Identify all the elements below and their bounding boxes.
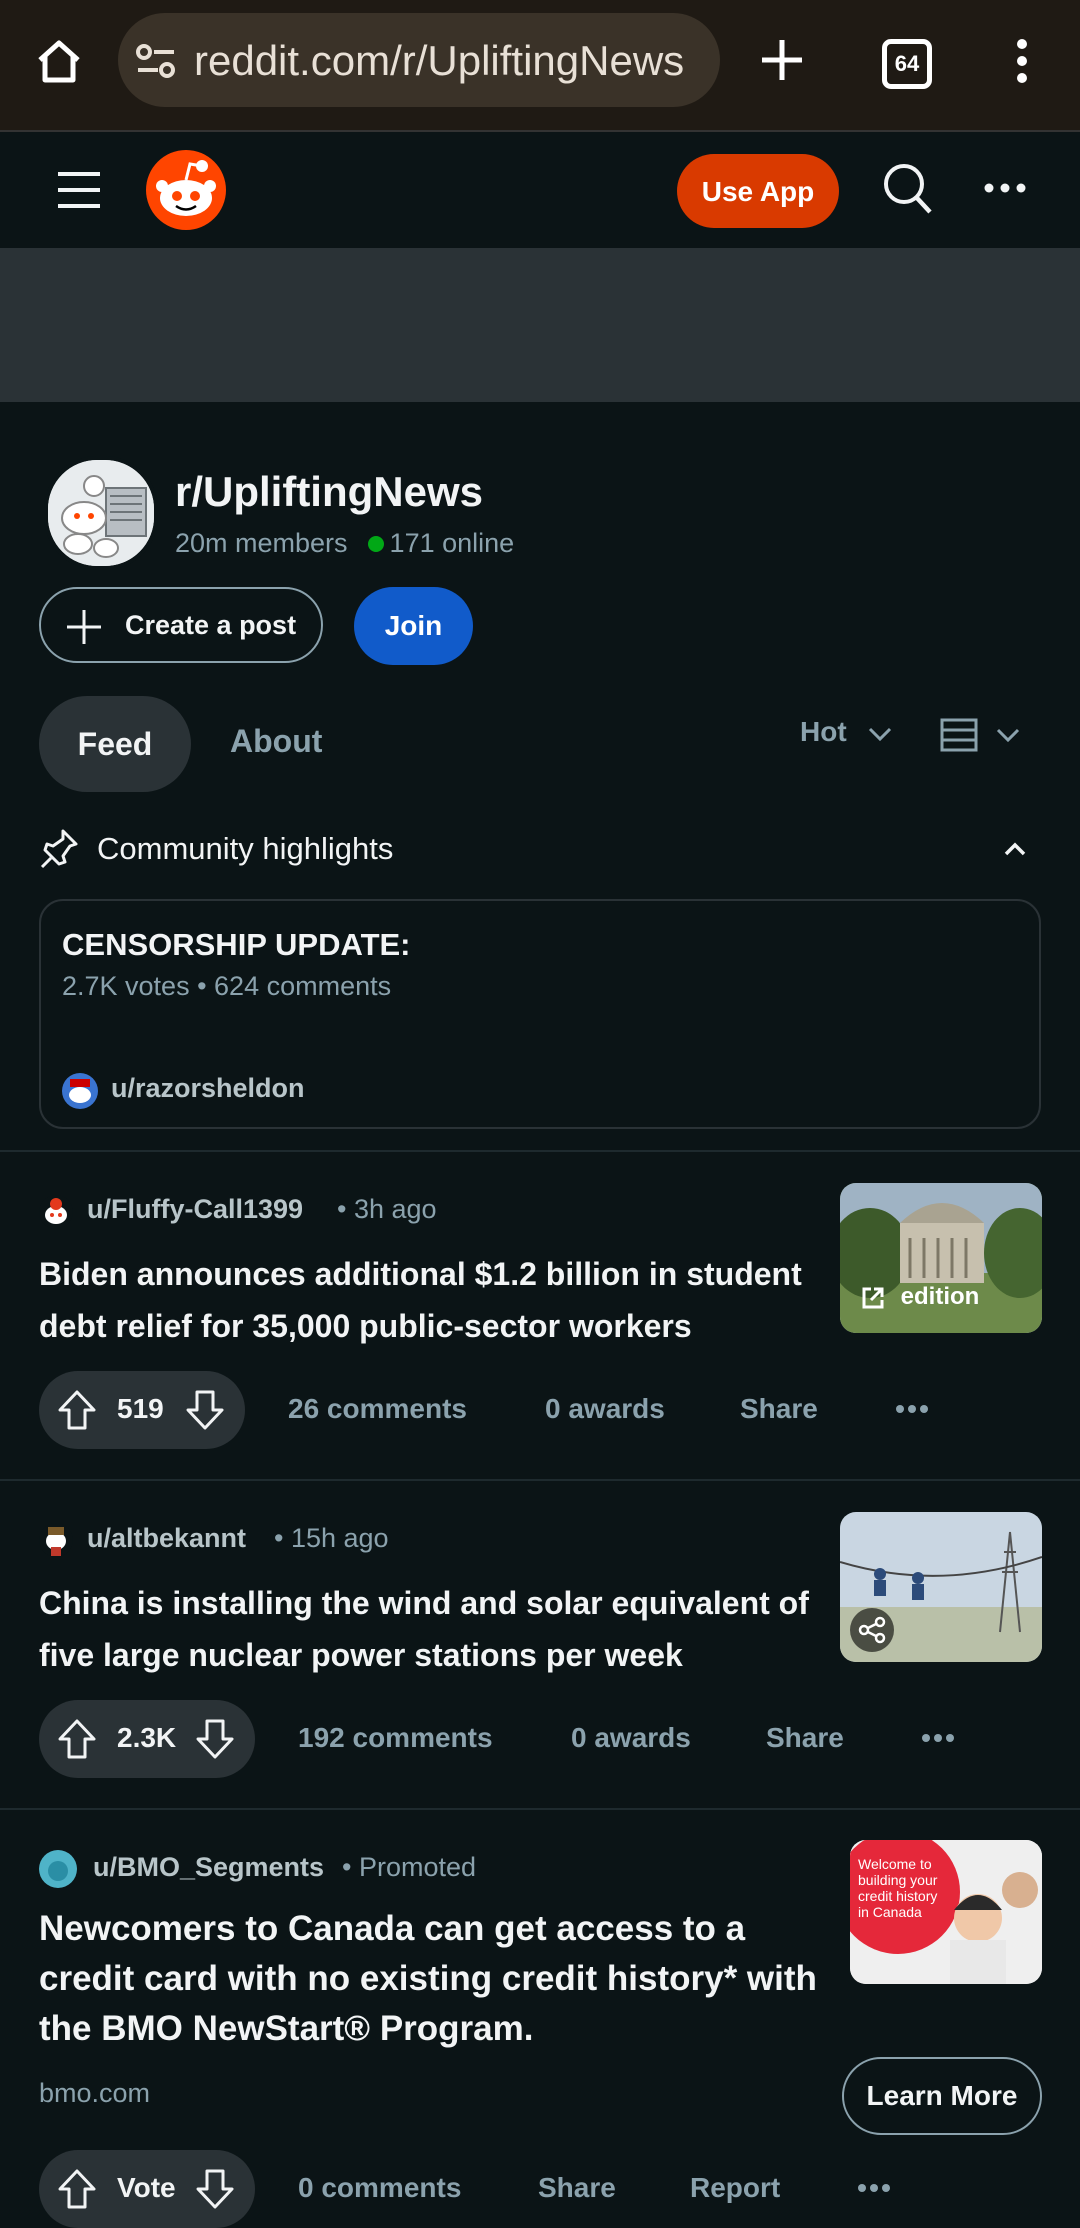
post-title[interactable]: China is installing the wind and solar e… [39, 1577, 819, 1681]
vote-count: 519 [117, 1393, 164, 1424]
more-icon[interactable] [895, 1404, 929, 1414]
online-count: 171 online [389, 528, 515, 558]
post-time: • 3h ago [337, 1194, 437, 1224]
share-button[interactable]: Share [538, 2172, 616, 2204]
create-post-button[interactable]: Create a post [39, 587, 323, 663]
learn-more-button[interactable]: Learn More [842, 2057, 1042, 2135]
crosspost-icon [858, 1616, 886, 1644]
avatar [39, 1195, 73, 1229]
join-button[interactable]: Join [354, 587, 473, 665]
post-author[interactable]: u/Fluffy-Call1399 [87, 1194, 303, 1225]
home-icon[interactable] [34, 36, 84, 86]
avatar [39, 1850, 77, 1888]
thumbnail-label: edition [900, 1283, 980, 1310]
browser-toolbar: reddit.com/r/UpliftingNews 64 [0, 0, 1080, 130]
divider [0, 1150, 1080, 1152]
chevron-up-icon[interactable] [1004, 842, 1026, 856]
online-indicator-icon [367, 536, 384, 552]
downvote-icon[interactable] [195, 1718, 235, 1760]
post-time: • 15h ago [274, 1523, 389, 1553]
tab-feed[interactable]: Feed [39, 696, 191, 792]
crosspost-badge [850, 1608, 894, 1652]
comments-button[interactable]: 192 comments [298, 1722, 493, 1754]
site-settings-icon[interactable] [136, 43, 176, 79]
community-name: r/UpliftingNews [175, 468, 484, 515]
use-app-button[interactable]: Use App [677, 154, 839, 228]
highlight-user[interactable]: u/razorsheldon [111, 1073, 305, 1104]
community-stats: 20m members 171 online [175, 528, 514, 559]
upvote-icon[interactable] [57, 2168, 97, 2210]
menu-icon[interactable] [1010, 36, 1034, 86]
hamburger-icon[interactable] [56, 170, 102, 210]
divider [0, 1479, 1080, 1481]
avatar [39, 1523, 73, 1557]
more-icon[interactable] [984, 182, 1026, 194]
sort-dropdown[interactable]: Hot [800, 716, 892, 748]
awards-button[interactable]: 0 awards [545, 1393, 665, 1425]
vote-count: 2.3K [117, 1722, 177, 1753]
pin-icon [40, 829, 78, 869]
tab-about[interactable]: About [230, 723, 322, 760]
upvote-icon[interactable] [57, 1389, 97, 1431]
awards-button[interactable]: 0 awards [571, 1722, 691, 1754]
report-button[interactable]: Report [690, 2172, 780, 2204]
highlight-card[interactable]: CENSORSHIP UPDATE: 2.7K votes • 624 comm… [39, 899, 1041, 1129]
promoted-label: • Promoted [342, 1852, 477, 1882]
new-tab-icon[interactable] [760, 38, 804, 82]
highlights-title: Community highlights [97, 831, 394, 866]
downvote-icon[interactable] [185, 1389, 225, 1431]
chevron-down-icon [997, 728, 1020, 743]
share-button[interactable]: Share [740, 1393, 818, 1425]
reddit-logo[interactable] [146, 150, 226, 230]
create-post-label: Create a post [125, 610, 297, 640]
post-author[interactable]: u/altbekannt [87, 1523, 246, 1554]
vote-control: Vote [39, 2150, 255, 2228]
comments-button[interactable]: 0 comments [298, 2172, 461, 2204]
search-icon[interactable] [882, 162, 934, 216]
post-title[interactable]: Newcomers to Canada can get access to a … [39, 1904, 839, 2054]
community-banner [0, 248, 1080, 402]
highlight-meta: 2.7K votes • 624 comments [62, 971, 392, 1001]
chevron-down-icon [869, 727, 892, 741]
url-text[interactable]: reddit.com/r/UpliftingNews [194, 37, 704, 85]
address-bar[interactable]: reddit.com/r/UpliftingNews [118, 13, 720, 107]
user-avatar [62, 1073, 98, 1109]
share-button[interactable]: Share [766, 1722, 844, 1754]
ad-thumbnail[interactable]: Welcome to building your credit history … [850, 1840, 1042, 1984]
vote-control: 2.3K [39, 1700, 255, 1778]
member-count: 20m members [175, 528, 348, 558]
post-author[interactable]: u/BMO_Segments [93, 1852, 324, 1883]
card-view-icon [940, 718, 978, 752]
site-header: Use App [0, 130, 1080, 250]
tab-switcher-icon[interactable]: 64 [882, 39, 932, 89]
view-toggle[interactable] [940, 718, 1020, 757]
highlight-title: CENSORSHIP UPDATE: [62, 927, 411, 962]
external-link-icon [862, 1287, 884, 1309]
vote-label: Vote [117, 2172, 176, 2203]
more-icon[interactable] [857, 2183, 891, 2193]
post-title[interactable]: Biden announces additional $1.2 billion … [39, 1248, 819, 1352]
vote-control: 519 [39, 1371, 245, 1449]
post-thumbnail[interactable]: edition [840, 1183, 1042, 1333]
upvote-icon[interactable] [57, 1718, 97, 1760]
comments-button[interactable]: 26 comments [288, 1393, 467, 1425]
sort-label: Hot [800, 716, 847, 747]
external-link-badge: edition [860, 1283, 979, 1311]
more-icon[interactable] [921, 1733, 955, 1743]
ad-image-text: Welcome to building your credit history … [858, 1856, 938, 1920]
ad-domain[interactable]: bmo.com [39, 2078, 150, 2109]
divider [0, 1808, 1080, 1810]
community-avatar [44, 456, 158, 570]
post-thumbnail[interactable] [840, 1512, 1042, 1662]
plus-icon [67, 610, 101, 644]
downvote-icon[interactable] [195, 2168, 235, 2210]
